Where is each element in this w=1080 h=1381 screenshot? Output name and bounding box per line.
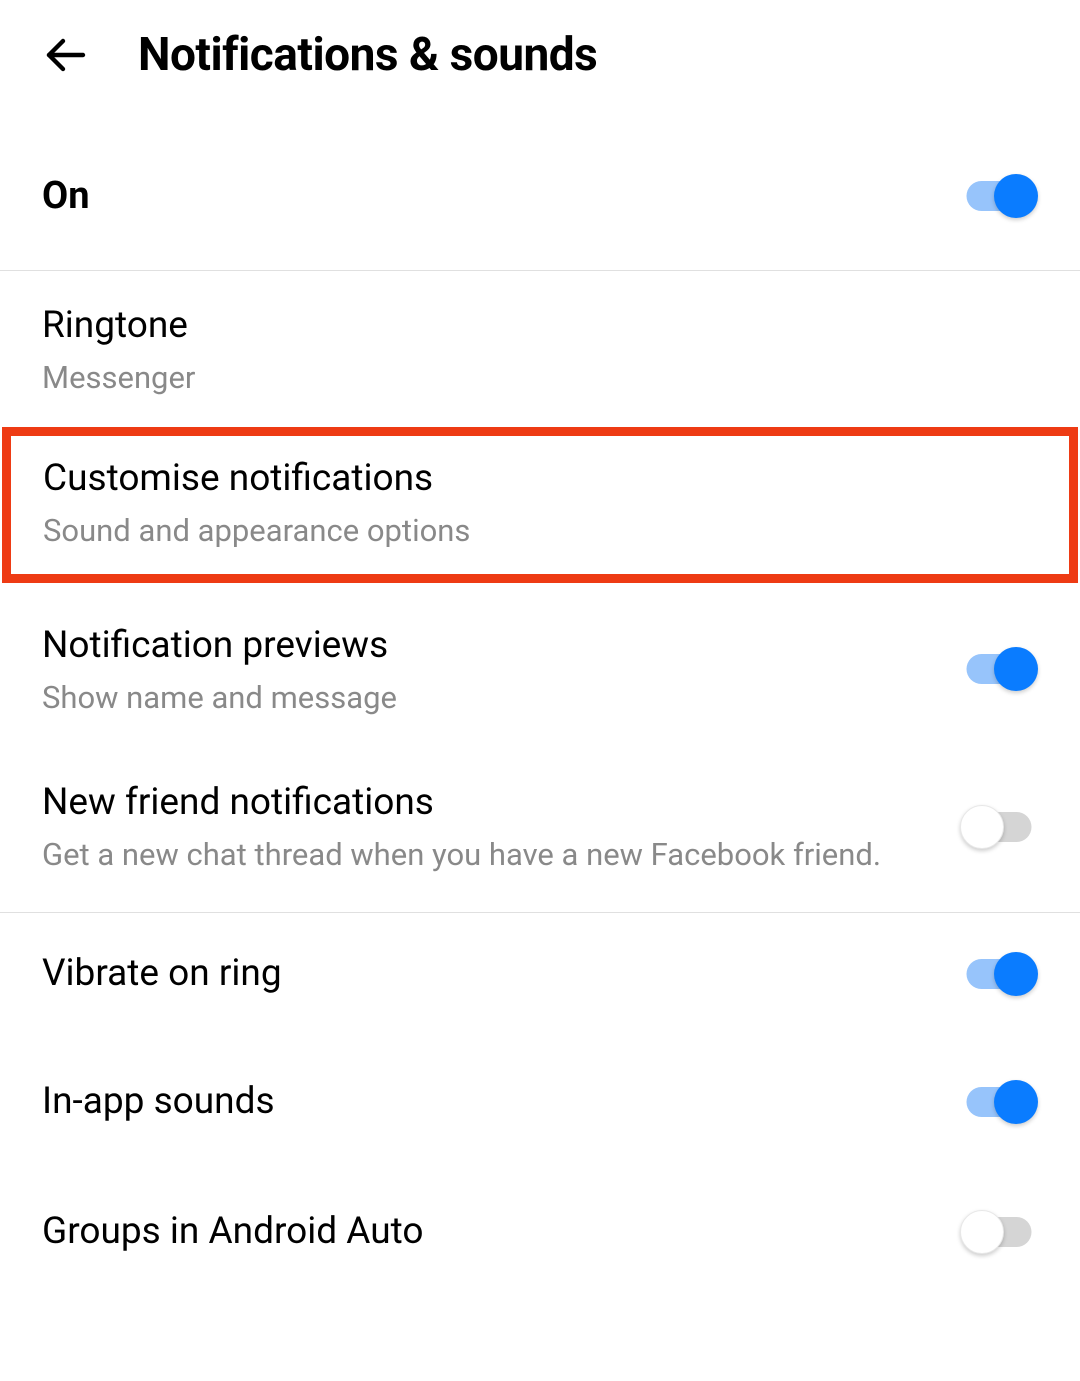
header: Notifications & sounds xyxy=(0,0,1080,122)
master-toggle-row[interactable]: On xyxy=(0,122,1080,271)
groups-android-auto-label: Groups in Android Auto xyxy=(42,1207,960,1257)
master-toggle-label: On xyxy=(42,174,90,218)
notification-previews-label: Notification previews xyxy=(42,621,960,671)
customise-notifications-row[interactable]: Customise notifications Sound and appear… xyxy=(2,427,1078,583)
vibrate-on-ring-toggle[interactable] xyxy=(960,952,1038,996)
customise-notifications-description: Sound and appearance options xyxy=(43,510,1037,552)
ringtone-label: Ringtone xyxy=(42,301,1038,351)
vibrate-on-ring-label: Vibrate on ring xyxy=(42,949,960,999)
groups-android-auto-toggle[interactable] xyxy=(960,1210,1038,1254)
ringtone-description: Messenger xyxy=(42,357,1038,399)
vibrate-on-ring-row[interactable]: Vibrate on ring xyxy=(0,913,1080,1027)
ringtone-row[interactable]: Ringtone Messenger xyxy=(0,271,1080,427)
new-friend-notifications-description: Get a new chat thread when you have a ne… xyxy=(42,834,960,876)
back-button[interactable] xyxy=(40,30,90,80)
groups-android-auto-row[interactable]: Groups in Android Auto xyxy=(0,1169,1080,1285)
in-app-sounds-row[interactable]: In-app sounds xyxy=(0,1041,1080,1155)
new-friend-notifications-toggle[interactable] xyxy=(960,805,1038,849)
notification-previews-toggle[interactable] xyxy=(960,647,1038,691)
in-app-sounds-label: In-app sounds xyxy=(42,1077,960,1127)
new-friend-notifications-row[interactable]: New friend notifications Get a new chat … xyxy=(0,748,1080,913)
new-friend-notifications-label: New friend notifications xyxy=(42,778,960,828)
page-title: Notifications & sounds xyxy=(138,28,597,82)
master-toggle-switch[interactable] xyxy=(960,174,1038,218)
notification-previews-row[interactable]: Notification previews Show name and mess… xyxy=(0,591,1080,749)
in-app-sounds-toggle[interactable] xyxy=(960,1080,1038,1124)
customise-notifications-label: Customise notifications xyxy=(43,454,1037,504)
arrow-left-icon xyxy=(41,31,89,79)
notification-previews-description: Show name and message xyxy=(42,677,960,719)
